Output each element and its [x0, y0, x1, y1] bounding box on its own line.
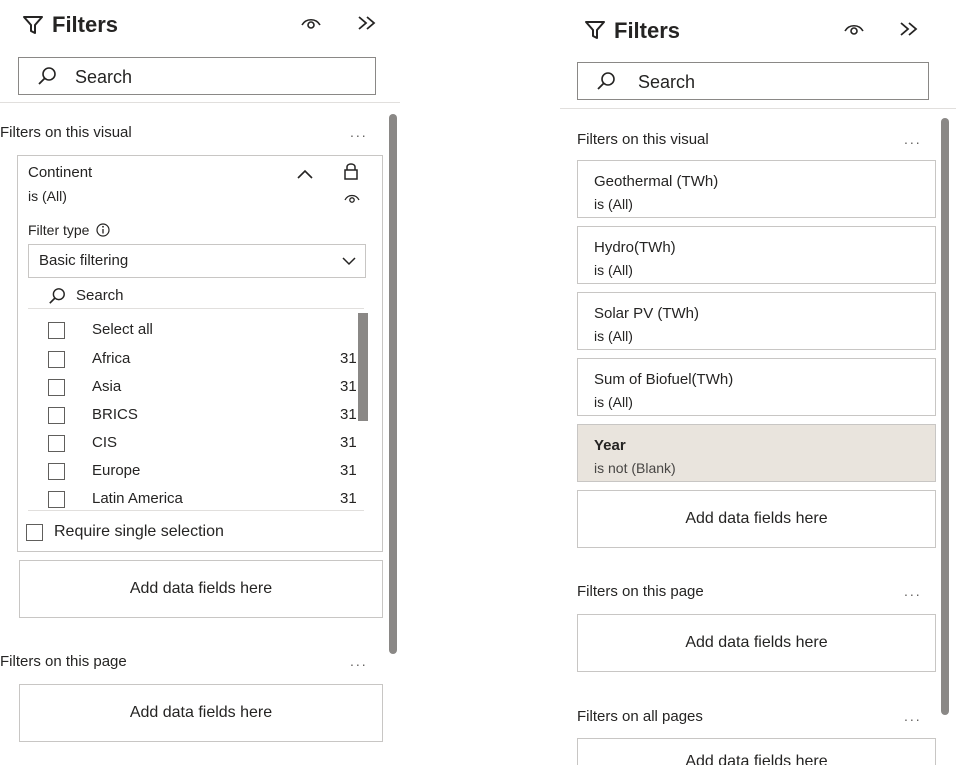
filter-card-field: Solar PV (TWh): [594, 305, 700, 322]
checkbox[interactable]: [48, 407, 65, 424]
search-placeholder: Search: [75, 67, 133, 87]
info-icon[interactable]: [96, 223, 110, 237]
collapse-pane-icon[interactable]: [356, 14, 378, 32]
option-count: 31: [340, 462, 357, 479]
checkbox[interactable]: [48, 463, 65, 480]
add-data-fields-page[interactable]: Add data fields here: [577, 614, 936, 672]
option-label: CIS: [92, 434, 118, 451]
options-search-divider: [28, 308, 364, 309]
option-count: 31: [340, 378, 357, 395]
filters-header: Filters: [0, 0, 400, 40]
option-label: Europe: [92, 462, 141, 479]
filter-type-value: Basic filtering: [39, 252, 129, 269]
option-count: 31: [340, 490, 357, 507]
collapse-pane-icon[interactable]: [898, 20, 920, 38]
section-filters-on-page: Filters on this page: [577, 583, 704, 600]
add-data-fields-all-pages[interactable]: Add data fields here: [577, 738, 936, 765]
filter-card-field: Year: [594, 437, 626, 454]
section-filters-on-page: Filters on this page: [0, 653, 127, 670]
pane-scrollbar[interactable]: [389, 114, 397, 654]
option-select-all[interactable]: Select all: [48, 319, 368, 341]
pane-scrollbar[interactable]: [941, 118, 949, 715]
require-single-label: Require single selection: [54, 523, 224, 540]
filter-card-year[interactable]: Year is not (Blank): [577, 424, 936, 482]
checkbox[interactable]: [48, 435, 65, 452]
option-label: Latin America: [92, 490, 183, 507]
filter-card-state: is (All): [594, 394, 633, 410]
more-options-button[interactable]: ...: [904, 583, 922, 599]
checkbox[interactable]: [48, 322, 65, 339]
funnel-icon: [585, 21, 605, 39]
chevron-down-icon: [342, 257, 356, 266]
filters-pane-right: Filters Search Filters on this visual ..…: [560, 0, 956, 765]
option-count: 31: [340, 350, 357, 367]
add-data-fields-visual[interactable]: Add data fields here: [19, 560, 383, 618]
filter-type-dropdown[interactable]: Basic filtering: [28, 244, 366, 278]
checkbox[interactable]: [48, 491, 65, 508]
option-label: Africa: [92, 350, 131, 367]
section-filters-on-all-pages: Filters on all pages: [577, 708, 703, 725]
options-bottom-divider: [28, 510, 364, 511]
filter-card-biofuel[interactable]: Sum of Biofuel(TWh) is (All): [577, 358, 936, 416]
option-latin-america[interactable]: Latin America 31: [48, 488, 368, 508]
filter-card-geothermal[interactable]: Geothermal (TWh) is (All): [577, 160, 936, 218]
require-single-selection-toggle[interactable]: Require single selection: [26, 521, 366, 543]
filter-card-field: Hydro(TWh): [594, 239, 676, 256]
filter-card-continent[interactable]: Continent is (All) Filter type Basic fil…: [17, 155, 383, 552]
more-options-button[interactable]: ...: [350, 124, 368, 140]
funnel-icon: [23, 16, 43, 34]
option-africa[interactable]: Africa 31: [48, 348, 368, 370]
chevron-up-icon[interactable]: [296, 168, 314, 180]
filter-card-hydro[interactable]: Hydro(TWh) is (All): [577, 226, 936, 284]
filter-card-state: is (All): [594, 328, 633, 344]
filter-card-field: Geothermal (TWh): [594, 173, 719, 190]
eye-icon[interactable]: [300, 16, 322, 32]
option-label: Asia: [92, 378, 122, 395]
more-options-button[interactable]: ...: [904, 131, 922, 147]
options-scrollbar[interactable]: [358, 313, 368, 421]
eye-icon[interactable]: [843, 22, 865, 38]
filters-pane-left: Filters Search Filters on this visual ..…: [0, 0, 400, 765]
add-data-fields-visual[interactable]: Add data fields here: [577, 490, 936, 548]
filter-card-state: is (All): [28, 188, 67, 204]
filter-card-field: Sum of Biofuel(TWh): [594, 371, 734, 388]
filters-title: Filters: [52, 12, 119, 37]
filter-card-field: Continent: [28, 164, 93, 181]
option-brics[interactable]: BRICS 31: [48, 404, 368, 426]
more-options-button[interactable]: ...: [904, 708, 922, 724]
section-filters-on-visual: Filters on this visual: [0, 124, 132, 141]
checkbox[interactable]: [48, 379, 65, 396]
search-placeholder: Search: [638, 72, 696, 92]
search-icon: [49, 288, 65, 304]
filters-search-input[interactable]: Search: [577, 62, 929, 100]
checkbox[interactable]: [48, 351, 65, 368]
header-divider: [0, 102, 400, 103]
options-search-input[interactable]: Search: [76, 287, 124, 304]
filters-title: Filters: [614, 18, 681, 43]
option-label: Select all: [92, 321, 153, 338]
filters-search-input[interactable]: Search: [18, 57, 376, 95]
filter-card-state: is (All): [594, 196, 633, 212]
filter-card-state: is not (Blank): [594, 460, 676, 476]
search-icon: [38, 67, 56, 85]
header-divider: [560, 108, 956, 109]
eye-icon[interactable]: [343, 192, 361, 204]
section-filters-on-visual: Filters on this visual: [577, 131, 709, 148]
option-cis[interactable]: CIS 31: [48, 432, 368, 454]
option-label: BRICS: [92, 406, 138, 423]
option-europe[interactable]: Europe 31: [48, 460, 368, 482]
more-options-button[interactable]: ...: [350, 653, 368, 669]
filter-type-label: Filter type: [28, 222, 110, 238]
filters-header: Filters: [560, 0, 956, 43]
search-icon: [597, 72, 615, 90]
filter-card-solar-pv[interactable]: Solar PV (TWh) is (All): [577, 292, 936, 350]
option-asia[interactable]: Asia 31: [48, 376, 368, 398]
option-count: 31: [340, 434, 357, 451]
add-data-fields-page[interactable]: Add data fields here: [19, 684, 383, 742]
checkbox[interactable]: [26, 524, 43, 541]
lock-icon[interactable]: [343, 162, 359, 180]
filter-card-state: is (All): [594, 262, 633, 278]
option-count: 31: [340, 406, 357, 423]
